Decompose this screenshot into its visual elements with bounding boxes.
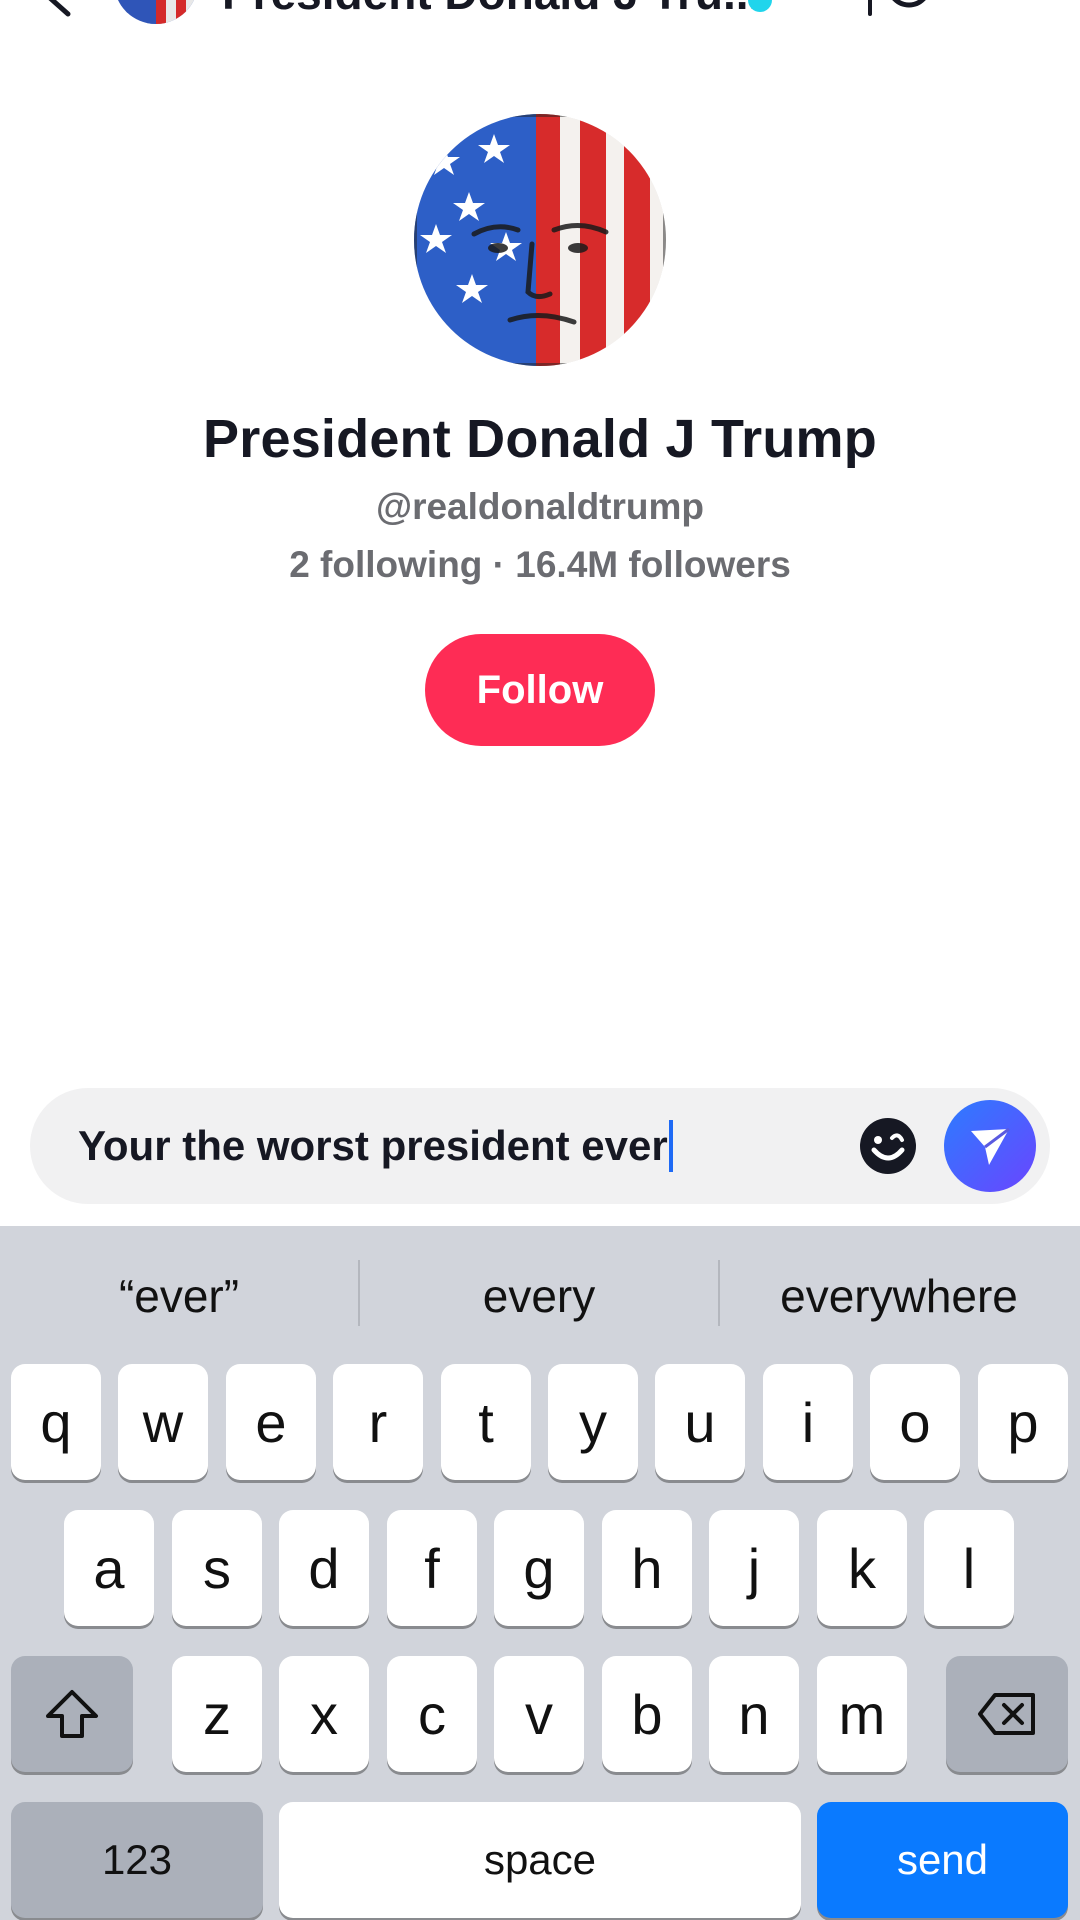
key-w[interactable]: w (118, 1364, 208, 1480)
profile-name: President Donald J Trump (203, 409, 877, 469)
text-caret (668, 1119, 673, 1172)
suggestion-1[interactable]: “ever” (0, 1226, 358, 1366)
key-e[interactable]: e (226, 1364, 316, 1480)
suggestion-3[interactable]: everywhere (720, 1226, 1078, 1366)
key-t[interactable]: t (441, 1364, 531, 1480)
key-n[interactable]: n (709, 1656, 799, 1772)
key-a[interactable]: a (64, 1510, 154, 1626)
key-c[interactable]: c (387, 1656, 477, 1772)
key-o[interactable]: o (870, 1364, 960, 1480)
key-y[interactable]: y (548, 1364, 638, 1480)
space-key[interactable]: space (279, 1802, 801, 1918)
profile-stats: 2 following · 16.4M followers (289, 544, 791, 585)
suggestion-bar: “ever” every everywhere (0, 1226, 1080, 1366)
key-i[interactable]: i (763, 1364, 853, 1480)
key-v[interactable]: v (494, 1656, 584, 1772)
numbers-key[interactable]: 123 (11, 1802, 263, 1918)
message-composer[interactable]: Your the worst president ever (30, 1088, 1050, 1204)
backspace-key[interactable] (946, 1656, 1068, 1772)
key-x[interactable]: x (279, 1656, 369, 1772)
suggestion-2[interactable]: every (360, 1226, 718, 1366)
send-message-button[interactable] (944, 1100, 1036, 1192)
key-s[interactable]: s (172, 1510, 262, 1626)
key-g[interactable]: g (494, 1510, 584, 1626)
key-k[interactable]: k (817, 1510, 907, 1626)
back-arrow-icon[interactable] (40, 0, 80, 18)
shift-key[interactable] (11, 1656, 133, 1772)
key-b[interactable]: b (602, 1656, 692, 1772)
shift-arrow-icon (46, 1690, 98, 1738)
key-d[interactable]: d (279, 1510, 369, 1626)
header-title: President Donald J Tru... (222, 0, 761, 20)
key-j[interactable]: j (709, 1510, 799, 1626)
message-input[interactable]: Your the worst president ever (78, 1088, 673, 1204)
backspace-icon (978, 1693, 1035, 1735)
key-f[interactable]: f (387, 1510, 477, 1626)
send-arrow-icon (971, 1127, 1010, 1165)
emoji-icon[interactable] (858, 1116, 918, 1176)
follow-button[interactable]: Follow (425, 634, 655, 746)
key-q[interactable]: q (11, 1364, 101, 1480)
key-p[interactable]: p (978, 1364, 1068, 1480)
key-m[interactable]: m (817, 1656, 907, 1772)
profile-avatar[interactable] (414, 114, 666, 366)
header-divider (868, 0, 872, 16)
more-options-icon[interactable] (884, 0, 934, 10)
keyboard: “ever” every everywhere q w e r t y u i … (0, 1226, 1080, 1920)
profile-handle: @realdonaldtrump (376, 486, 704, 527)
key-u[interactable]: u (655, 1364, 745, 1480)
send-key[interactable]: send (817, 1802, 1068, 1918)
key-h[interactable]: h (602, 1510, 692, 1626)
key-z[interactable]: z (172, 1656, 262, 1772)
top-bar: President Donald J Tru... (0, 0, 1080, 40)
message-text: Your the worst president ever (78, 1122, 668, 1169)
key-r[interactable]: r (333, 1364, 423, 1480)
key-l[interactable]: l (924, 1510, 1014, 1626)
header-avatar[interactable] (114, 0, 198, 24)
